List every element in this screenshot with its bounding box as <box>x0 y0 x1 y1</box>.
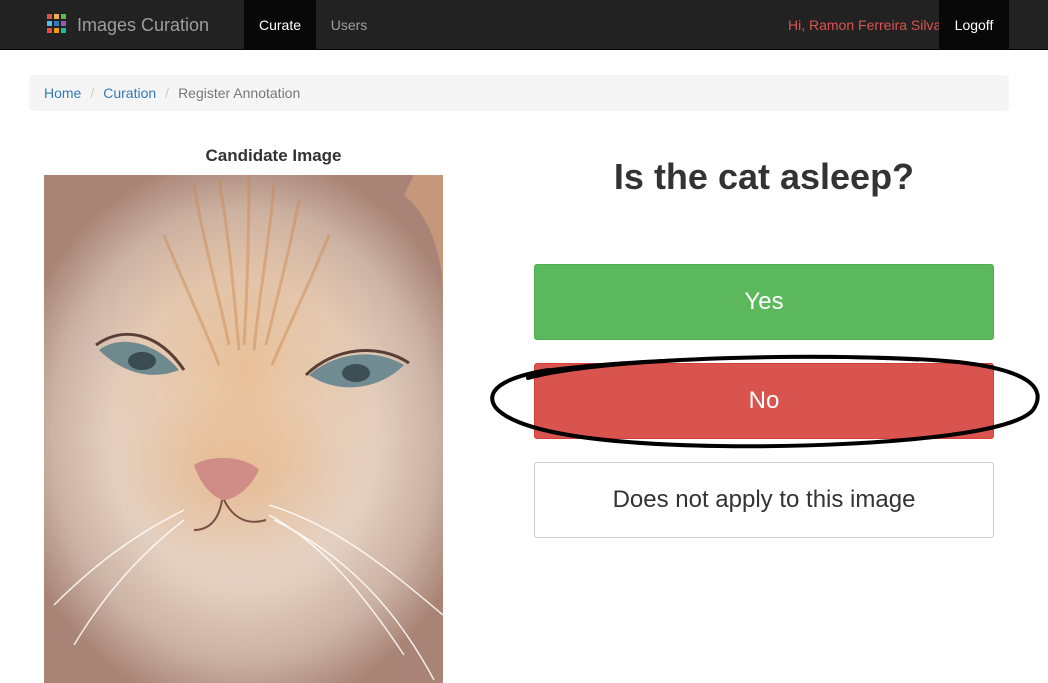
logo-cell <box>61 27 66 33</box>
candidate-image <box>44 175 443 683</box>
app-grid-icon <box>47 13 66 33</box>
tab-users[interactable]: Users <box>316 0 382 50</box>
logo-cell <box>47 13 52 19</box>
not-applicable-button[interactable]: Does not apply to this image <box>534 462 994 538</box>
logoff-button[interactable]: Logoff <box>939 0 1009 50</box>
candidate-image-title: Candidate Image <box>205 146 342 165</box>
logo-cell <box>61 13 66 19</box>
user-greeting: Hi, Ramon Ferreira Silva <box>788 17 942 33</box>
tab-curate[interactable]: Curate <box>244 0 316 50</box>
brand-link[interactable]: Images Curation <box>47 0 209 50</box>
logo-cell <box>54 27 59 33</box>
no-button[interactable]: No <box>534 363 994 439</box>
brand-title: Images Curation <box>77 14 210 35</box>
logo-cell <box>61 20 66 26</box>
question-heading: Is the cat asleep? <box>613 156 915 197</box>
top-navbar: Images Curation Curate Users Hi, Ramon F… <box>0 0 1048 50</box>
cat-photo-illustration <box>53 175 443 681</box>
logo-cell <box>47 27 52 33</box>
breadcrumb-current: Register Annotation <box>178 85 301 101</box>
logo-cell <box>54 13 59 19</box>
yes-button[interactable]: Yes <box>534 264 994 340</box>
breadcrumb-curation[interactable]: Curation <box>103 85 156 101</box>
breadcrumb-separator: / <box>165 85 170 101</box>
breadcrumb: Home / Curation / Register Annotation <box>29 75 1009 111</box>
logo-cell <box>47 20 52 26</box>
breadcrumb-separator: / <box>90 85 95 101</box>
logo-cell <box>54 20 59 26</box>
breadcrumb-home[interactable]: Home <box>44 85 81 101</box>
